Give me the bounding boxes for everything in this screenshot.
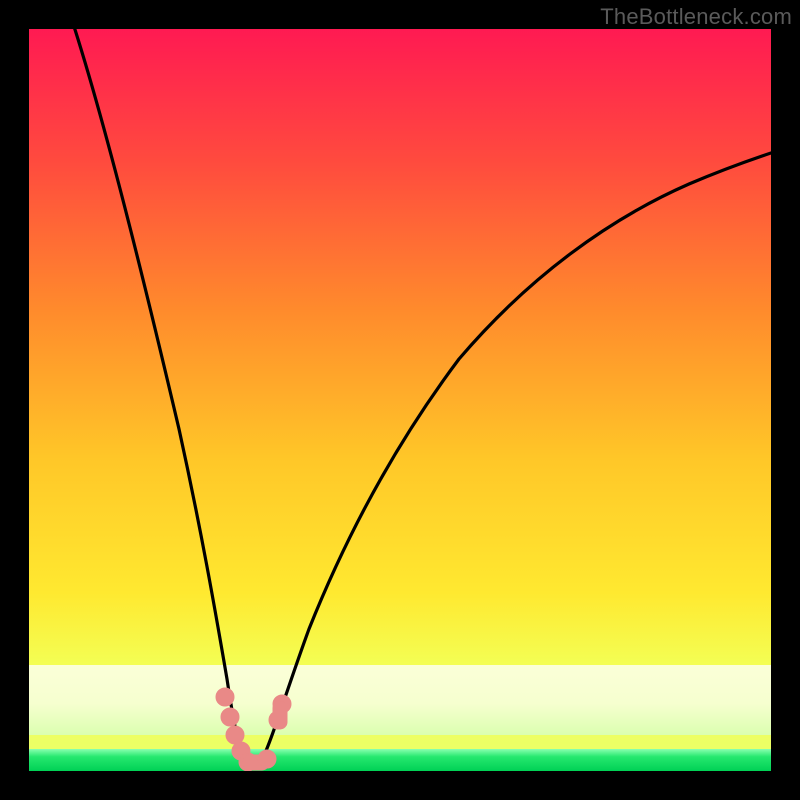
bottleneck-curve-svg xyxy=(29,29,771,771)
chart-frame xyxy=(29,29,771,771)
bottleneck-curve xyxy=(65,29,771,767)
watermark-text: TheBottleneck.com xyxy=(600,4,792,30)
plot-area xyxy=(29,29,771,771)
marker-group xyxy=(216,688,291,771)
